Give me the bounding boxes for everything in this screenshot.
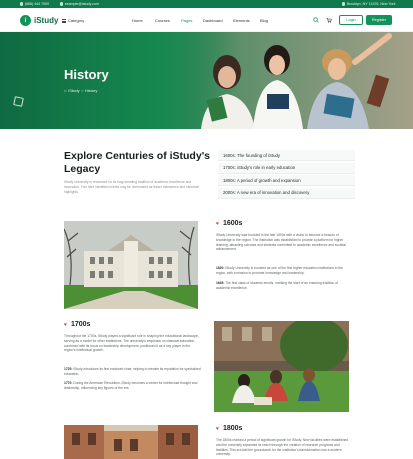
nav-item-courses[interactable]: Courses (155, 18, 170, 23)
section-1700s-fact: 1770: During the American Revolution, iS… (64, 381, 198, 390)
section-title-1700s: ♥ 1700s (64, 321, 91, 328)
section-title-1800s: ♥ 1800s (216, 425, 243, 432)
timeline-item[interactable]: 1800s: A period of growth and expansion (218, 175, 355, 186)
timeline-item[interactable]: 1600s: The founding of iStudy (218, 150, 355, 161)
login-button[interactable]: Login (339, 15, 363, 25)
hero-banner: History ⌂ iStudy › History (0, 32, 413, 129)
section-1800s-text: The 1800s marked a period of significant… (216, 438, 349, 457)
location-icon (342, 2, 346, 6)
phone-contact[interactable]: (888) 444 7000 (20, 2, 49, 6)
brand-logo[interactable]: i iStudy (20, 15, 58, 26)
breadcrumb: ⌂ iStudy › History (64, 88, 97, 93)
main-navbar: i iStudy Category Home Courses Pages Das… (0, 8, 413, 32)
phone-text: (888) 444 7000 (24, 2, 50, 6)
nav-item-elements[interactable]: Elements (233, 18, 250, 23)
timeline-item[interactable]: 2000s: A new era of innovation and disco… (218, 187, 355, 199)
category-label: Category (68, 18, 85, 23)
section-1700s-fact: 1725: iStudy introduces its first endowe… (64, 367, 201, 376)
marker-icon: ♥ (216, 220, 219, 227)
search-icon[interactable] (313, 17, 319, 23)
phone-icon (20, 2, 24, 6)
section-1600s-fact: 1620: iStudy University is founded as on… (216, 266, 344, 275)
mail-icon (60, 2, 64, 6)
grid-icon (62, 18, 66, 23)
intro-text: iStudy University is renowned for its lo… (64, 180, 200, 194)
section-1700s-text: Throughout the 1700s, iStudy played a si… (64, 334, 199, 353)
hero-students-image (165, 32, 413, 129)
students-on-lawn-photo (214, 321, 349, 412)
category-button[interactable]: Category (62, 18, 84, 23)
cart-icon[interactable] (326, 17, 332, 23)
address-contact: Brooklyn, NY 11225, New York (342, 2, 396, 6)
nav-item-home[interactable]: Home (132, 18, 143, 23)
intro-heading: Explore Centuries of iStudy's Legacy (64, 150, 211, 175)
nav-item-blog[interactable]: Blog (260, 18, 268, 23)
section-title-1600s: ♥ 1600s (216, 220, 243, 227)
historic-building-photo (64, 221, 198, 309)
logo-text: iStudy (34, 16, 59, 25)
page-title: History (64, 67, 109, 82)
address-text: Brooklyn, NY 11225, New York (346, 2, 396, 6)
timeline-item[interactable]: 1700s: iStudy's role in early education (218, 162, 355, 174)
nav-item-pages[interactable]: Pages (181, 18, 192, 23)
breadcrumb-current: History (84, 88, 98, 93)
campus-buildings-photo (64, 425, 198, 459)
email-text: example@istudy.com (64, 2, 99, 6)
home-icon: ⌂ (64, 88, 67, 93)
marker-icon: ♥ (64, 321, 67, 328)
breadcrumb-separator-icon: › (81, 88, 83, 93)
marker-icon: ♥ (216, 425, 219, 432)
section-1600s-fact: 1645: The first class of students enroll… (216, 281, 338, 290)
breadcrumb-home[interactable]: iStudy (68, 88, 79, 93)
book-outline-icon (13, 96, 24, 107)
section-1600s-text: iStudy University was founded in the lat… (216, 233, 346, 252)
nav-item-dashboard[interactable]: Dashboard (203, 18, 223, 23)
logo-mark: i (20, 15, 31, 26)
register-button[interactable]: Register (366, 15, 392, 25)
timeline-summary-list: 1600s: The founding of iStudy 1700s: iSt… (218, 150, 355, 200)
email-contact[interactable]: example@istudy.com (60, 2, 99, 6)
top-info-bar: (888) 444 7000 example@istudy.com Brookl… (0, 0, 413, 8)
